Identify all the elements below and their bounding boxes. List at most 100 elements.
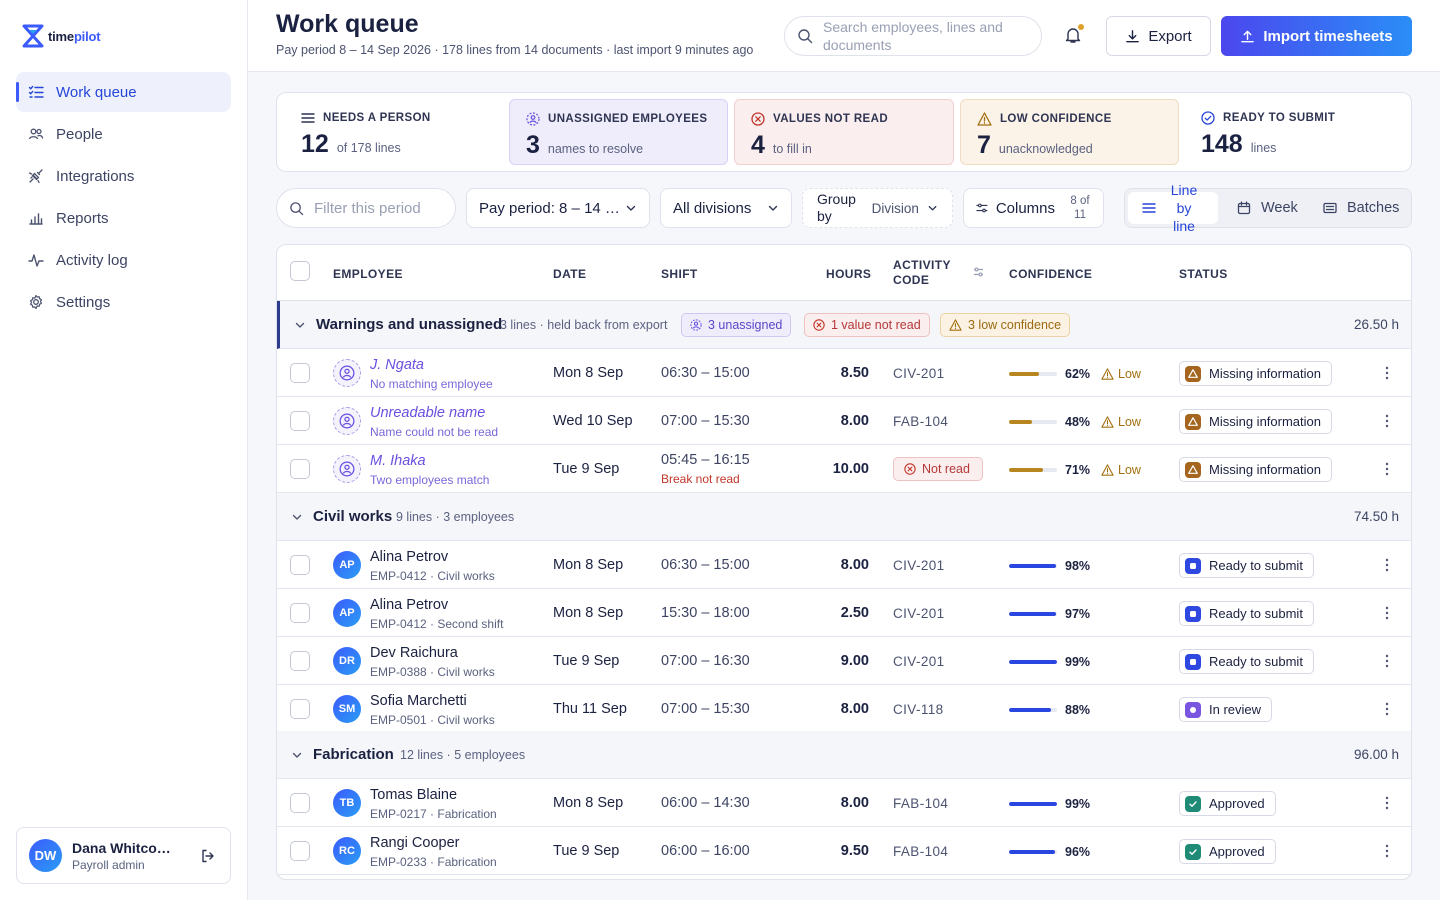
chevron-down-icon[interactable] <box>294 319 306 331</box>
table-row[interactable]: TB Tomas Blaine EMP-0217 · Fabrication M… <box>277 779 1411 827</box>
nav-item-work-queue[interactable]: Work queue <box>16 72 231 112</box>
cell-activity-code: CIV-201 <box>893 558 945 573</box>
chip-unassigned[interactable]: 3 unassigned <box>681 313 792 337</box>
status-badge[interactable]: Missing information <box>1179 409 1332 434</box>
activity-code-not-read[interactable]: Not read <box>893 457 983 481</box>
table-row[interactable]: Unreadable name Name could not be read W… <box>277 397 1411 445</box>
row-checkbox[interactable] <box>290 841 310 861</box>
nav-item-people[interactable]: People <box>16 114 231 154</box>
view-line-by-line[interactable]: Line by line <box>1128 182 1218 234</box>
col-activity-code[interactable]: ACTIVITY CODE <box>893 258 963 288</box>
employee-name[interactable]: Rangi Cooper <box>370 835 459 851</box>
view-week[interactable]: Week <box>1233 192 1298 224</box>
group-fabrication[interactable]: Fabrication 12 lines · 5 employees 96.00… <box>277 731 1411 779</box>
chevron-down-icon[interactable] <box>291 511 303 523</box>
employee-name[interactable]: M. Ihaka <box>370 453 426 469</box>
chevron-down-icon[interactable] <box>291 749 303 761</box>
table-row[interactable]: SM Sofia Marchetti EMP-0501 · Civil work… <box>277 685 1411 733</box>
employee-name[interactable]: Tomas Blaine <box>370 787 457 803</box>
stat-low-confidence[interactable]: LOW CONFIDENCE 7 unacknowledged <box>960 99 1179 165</box>
notifications-button[interactable] <box>1064 24 1084 46</box>
status-badge[interactable]: Ready to submit <box>1179 601 1314 626</box>
x-circle-icon <box>813 319 825 331</box>
row-menu-icon[interactable] <box>1385 462 1389 476</box>
status-badge[interactable]: In review <box>1179 697 1273 722</box>
stat-unassigned[interactable]: UNASSIGNED EMPLOYEES 3 names to resolve <box>509 99 728 165</box>
chip-value-not-read[interactable]: 1 value not read <box>804 313 930 337</box>
user-card[interactable]: DW Dana Whitcombe Payroll admin <box>16 827 231 884</box>
employee-name[interactable]: Alina Petrov <box>370 549 448 565</box>
table-row[interactable]: RC Rangi Cooper EMP-0233 · Fabrication T… <box>277 827 1411 875</box>
nav-item-settings[interactable]: Settings <box>16 282 231 322</box>
nav-item-integrations[interactable]: Integrations <box>16 156 231 196</box>
employee-name[interactable]: Unreadable name <box>370 405 485 421</box>
employee-name[interactable]: J. Ngata <box>370 357 424 373</box>
row-checkbox[interactable] <box>290 603 310 623</box>
row-checkbox[interactable] <box>290 699 310 719</box>
group-civil-works[interactable]: Civil works 9 lines · 3 employees 74.50 … <box>277 493 1411 541</box>
pay-period-select[interactable]: Pay period: 8 – 14 … <box>466 188 650 228</box>
row-menu-icon[interactable] <box>1385 414 1389 428</box>
row-menu-icon[interactable] <box>1385 844 1389 858</box>
columns-button[interactable]: Columns 8 of 11 <box>963 188 1104 228</box>
status-badge[interactable]: Missing information <box>1179 457 1332 482</box>
export-button[interactable]: Export <box>1106 16 1211 56</box>
stat-values-not-read[interactable]: VALUES NOT READ 4 to fill in <box>734 99 954 165</box>
row-checkbox[interactable] <box>290 793 310 813</box>
employee-name[interactable]: Dev Raichura <box>370 645 458 661</box>
status-badge[interactable]: Ready to submit <box>1179 649 1314 674</box>
division-select[interactable]: All divisions <box>660 188 792 228</box>
select-all-checkbox[interactable] <box>290 261 310 281</box>
col-shift[interactable]: SHIFT <box>661 267 698 281</box>
col-confidence[interactable]: CONFIDENCE <box>1009 267 1092 281</box>
confidence-fill <box>1009 612 1056 616</box>
user-role: Payroll admin <box>72 857 145 872</box>
row-menu-icon[interactable] <box>1385 702 1389 716</box>
status-badge[interactable]: Approved <box>1179 839 1276 864</box>
group-by-select[interactable]: Group by Division <box>802 188 953 228</box>
logout-button[interactable] <box>198 846 218 866</box>
row-checkbox[interactable] <box>290 411 310 431</box>
view-batches[interactable]: Batches <box>1321 192 1399 224</box>
table-row[interactable]: M. Ihaka Two employees match Tue 9 Sep 0… <box>277 445 1411 493</box>
row-menu-icon[interactable] <box>1385 366 1389 380</box>
employee-name[interactable]: Alina Petrov <box>370 597 448 613</box>
employee-name[interactable]: Sofia Marchetti <box>370 693 467 709</box>
table-row[interactable]: DR Dev Raichura EMP-0388 · Civil works T… <box>277 637 1411 685</box>
nav-label: Settings <box>56 293 111 311</box>
stat-needs-person[interactable]: NEEDS A PERSON 12 of 178 lines <box>285 99 507 165</box>
row-checkbox[interactable] <box>290 555 310 575</box>
row-menu-icon[interactable] <box>1385 654 1389 668</box>
table-row[interactable]: J. Ngata No matching employee Mon 8 Sep … <box>277 349 1411 397</box>
chip-low-confidence[interactable]: 3 low confidence <box>940 313 1071 337</box>
status-badge[interactable]: Approved <box>1179 791 1276 816</box>
status-badge[interactable]: Missing information <box>1179 361 1332 386</box>
nav-item-reports[interactable]: Reports <box>16 198 231 238</box>
row-menu-icon[interactable] <box>1385 558 1389 572</box>
stat-ready-to-submit[interactable]: READY TO SUBMIT 148 lines <box>1185 99 1405 165</box>
global-search-input[interactable]: Search employees, lines and documents <box>784 16 1042 56</box>
table-row[interactable]: AP Alina Petrov EMP-0412 · Civil works M… <box>277 541 1411 589</box>
col-employee[interactable]: EMPLOYEE <box>333 267 403 281</box>
group-warnings-unassigned[interactable]: Warnings and unassigned 3 lines · held b… <box>277 301 1411 349</box>
col-hours[interactable]: HOURS <box>826 267 871 281</box>
confidence-percent: 96% <box>1065 845 1091 859</box>
row-menu-icon[interactable] <box>1385 796 1389 810</box>
sort-icon[interactable] <box>973 266 984 278</box>
table-row[interactable]: AP Alina Petrov EMP-0412 · Second shift … <box>277 589 1411 637</box>
row-checkbox[interactable] <box>290 459 310 479</box>
avatar: AP <box>333 551 361 579</box>
row-menu-icon[interactable] <box>1385 606 1389 620</box>
filter-period-input[interactable]: Filter this period <box>276 188 456 228</box>
col-status[interactable]: STATUS <box>1179 267 1228 281</box>
stat-sub: of 178 lines <box>336 141 401 155</box>
nav-item-activity-log[interactable]: Activity log <box>16 240 231 280</box>
import-timesheets-button[interactable]: Import timesheets <box>1221 16 1412 56</box>
col-date[interactable]: DATE <box>553 267 586 281</box>
confidence-percent: 99% <box>1065 655 1091 669</box>
row-checkbox[interactable] <box>290 651 310 671</box>
status-badge[interactable]: Ready to submit <box>1179 553 1314 578</box>
row-checkbox[interactable] <box>290 363 310 383</box>
stat-value: 148 <box>1201 130 1243 158</box>
brand-logo[interactable]: timepilot <box>22 24 101 48</box>
